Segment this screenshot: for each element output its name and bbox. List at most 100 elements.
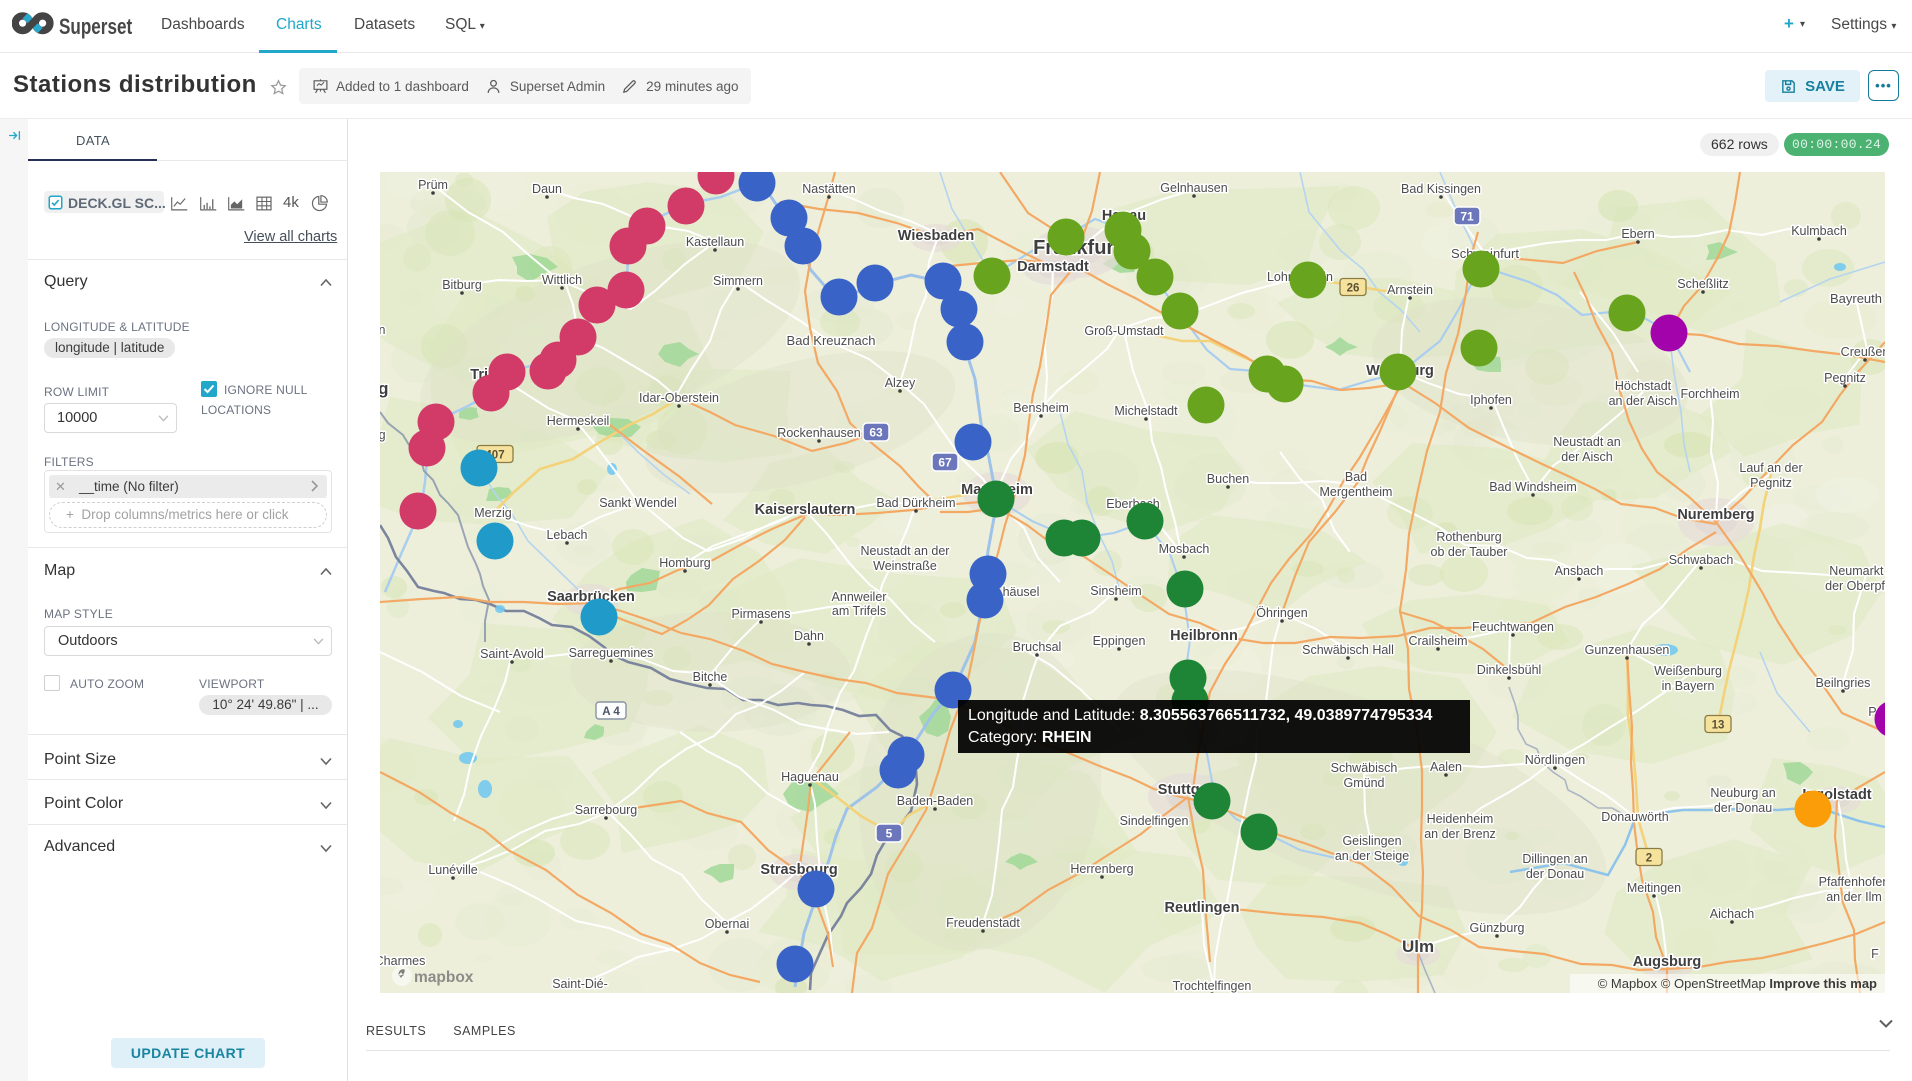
svg-text:Haguenau: Haguenau <box>781 770 839 784</box>
svg-text:Pirmasens: Pirmasens <box>731 607 790 621</box>
svg-text:ob der Tauber: ob der Tauber <box>1431 545 1508 559</box>
svg-text:Reutlingen: Reutlingen <box>1165 900 1240 916</box>
svg-text:an der Ilm: an der Ilm <box>1826 890 1882 904</box>
svg-text:Gunzenhausen: Gunzenhausen <box>1585 643 1670 657</box>
svg-text:Trochtelfingen: Trochtelfingen <box>1173 979 1252 993</box>
svg-text:Bad Windsheim: Bad Windsheim <box>1489 480 1577 494</box>
svg-text:Idar-Oberstein: Idar-Oberstein <box>639 391 719 405</box>
svg-text:Bad Kreuznach: Bad Kreuznach <box>787 333 876 348</box>
svg-text:der Aisch: der Aisch <box>1561 450 1612 464</box>
svg-text:63: 63 <box>869 426 883 440</box>
svg-text:Creußen: Creußen <box>1841 345 1885 359</box>
svg-text:Bad Kissingen: Bad Kissingen <box>1401 182 1481 196</box>
svg-text:Scheßlitz: Scheßlitz <box>1677 277 1728 291</box>
svg-text:26: 26 <box>1347 283 1360 295</box>
svg-text:Annweiler: Annweiler <box>832 590 887 604</box>
svg-text:Bayreuth: Bayreuth <box>1830 291 1882 306</box>
svg-text:Weinstraße: Weinstraße <box>873 559 937 573</box>
svg-text:Kastellaun: Kastellaun <box>686 235 744 249</box>
svg-text:Aalen: Aalen <box>1430 760 1462 774</box>
svg-text:Sarreguemines: Sarreguemines <box>569 646 654 660</box>
svg-text:an der Brenz: an der Brenz <box>1424 827 1496 841</box>
svg-text:Homburg: Homburg <box>659 556 710 570</box>
svg-text:häusel: häusel <box>1003 585 1040 599</box>
svg-text:Sinsheim: Sinsheim <box>1090 584 1141 598</box>
svg-text:Öhringen: Öhringen <box>1256 606 1307 620</box>
svg-text:Daun: Daun <box>532 182 562 196</box>
svg-text:Baden-Baden: Baden-Baden <box>897 794 974 808</box>
svg-text:Gelnhausen: Gelnhausen <box>1160 181 1227 195</box>
svg-text:Nastätten: Nastätten <box>802 182 856 196</box>
svg-text:Donauwörth: Donauwörth <box>1601 810 1668 824</box>
svg-text:71: 71 <box>1460 210 1474 224</box>
svg-text:Feuchtwangen: Feuchtwangen <box>1472 620 1554 634</box>
svg-text:Obernai: Obernai <box>705 917 749 931</box>
svg-text:Prüm: Prüm <box>418 178 448 192</box>
svg-text:Nördlingen: Nördlingen <box>1525 753 1586 767</box>
svg-text:rg: rg <box>380 428 386 442</box>
svg-text:Beilngries: Beilngries <box>1816 676 1871 690</box>
svg-text:Bad Dürkheim: Bad Dürkheim <box>876 496 955 510</box>
svg-text:13: 13 <box>1712 720 1725 732</box>
svg-text:5: 5 <box>886 827 893 841</box>
svg-text:Lebach: Lebach <box>546 528 587 542</box>
svg-text:Geislingen: Geislingen <box>1342 834 1401 848</box>
svg-text:Saint-Dié-: Saint-Dié- <box>552 977 608 991</box>
svg-text:Ebern: Ebern <box>1621 227 1654 241</box>
svg-text:Bitburg: Bitburg <box>442 278 482 292</box>
svg-text:Rockenhausen: Rockenhausen <box>777 426 860 440</box>
svg-text:Dinkelsbühl: Dinkelsbühl <box>1477 663 1542 677</box>
svg-text:Arnstein: Arnstein <box>1387 283 1433 297</box>
svg-text:Nuremberg: Nuremberg <box>1677 507 1754 523</box>
svg-text:Kaiserslautern: Kaiserslautern <box>755 502 856 518</box>
svg-text:Hermeskeil: Hermeskeil <box>547 414 610 428</box>
svg-text:Alzey: Alzey <box>885 376 916 390</box>
svg-text:Schwäbisch: Schwäbisch <box>1331 761 1398 775</box>
svg-text:67: 67 <box>938 456 952 470</box>
svg-text:Saint-Avold: Saint-Avold <box>480 647 544 661</box>
svg-text:mapbox: mapbox <box>414 969 474 986</box>
svg-text:Crailsheim: Crailsheim <box>1408 634 1467 648</box>
svg-text:Dahn: Dahn <box>794 629 824 643</box>
svg-text:Günzburg: Günzburg <box>1470 921 1525 935</box>
svg-text:Michelstadt: Michelstadt <box>1114 404 1178 418</box>
svg-text:Weißenburg: Weißenburg <box>1654 664 1722 678</box>
svg-text:n: n <box>380 323 386 337</box>
svg-text:A 4: A 4 <box>602 706 620 718</box>
svg-text:Ulm: Ulm <box>1402 937 1434 956</box>
svg-text:Neustadt an: Neustadt an <box>1553 435 1620 449</box>
svg-text:Charmes: Charmes <box>380 954 425 968</box>
svg-text:Pegnitz: Pegnitz <box>1824 371 1866 385</box>
svg-text:am Trifels: am Trifels <box>832 604 886 618</box>
svg-text:rg: rg <box>380 379 389 398</box>
svg-text:Schwäbisch Hall: Schwäbisch Hall <box>1302 643 1394 657</box>
svg-text:Freudenstadt: Freudenstadt <box>946 916 1020 930</box>
svg-text:Bitche: Bitche <box>693 670 728 684</box>
svg-text:Rothenburg: Rothenburg <box>1436 530 1501 544</box>
svg-text:Sarrebourg: Sarrebourg <box>575 803 638 817</box>
svg-text:Forchheim: Forchheim <box>1680 387 1739 401</box>
svg-text:Herrenberg: Herrenberg <box>1070 862 1133 876</box>
svg-text:der Oberpfalz: der Oberpfalz <box>1825 579 1885 593</box>
svg-text:Mosbach: Mosbach <box>1159 542 1210 556</box>
svg-text:Sindelfingen: Sindelfingen <box>1120 814 1189 828</box>
svg-text:Heilbronn: Heilbronn <box>1170 628 1238 644</box>
svg-text:Gmünd: Gmünd <box>1344 776 1385 790</box>
svg-text:Kulmbach: Kulmbach <box>1791 224 1847 238</box>
svg-text:Bensheim: Bensheim <box>1013 401 1069 415</box>
svg-text:Groß-Umstadt: Groß-Umstadt <box>1084 324 1164 338</box>
svg-text:Pfaffenhofen: Pfaffenhofen <box>1819 875 1885 889</box>
svg-text:Heidenheim: Heidenheim <box>1427 812 1494 826</box>
svg-text:Aichach: Aichach <box>1710 907 1755 921</box>
svg-text:Darmstadt: Darmstadt <box>1017 259 1089 275</box>
svg-text:Pegnitz: Pegnitz <box>1750 476 1792 490</box>
svg-text:F: F <box>1871 947 1879 961</box>
svg-text:Mergentheim: Mergentheim <box>1320 485 1393 499</box>
svg-text:Neuburg an: Neuburg an <box>1710 786 1775 800</box>
svg-text:Eppingen: Eppingen <box>1093 634 1146 648</box>
svg-text:Wittlich: Wittlich <box>542 273 582 287</box>
svg-text:Bad: Bad <box>1345 470 1367 484</box>
svg-text:in Bayern: in Bayern <box>1662 679 1715 693</box>
svg-text:Lauf an der: Lauf an der <box>1739 461 1802 475</box>
svg-text:an der Steige: an der Steige <box>1335 849 1409 863</box>
